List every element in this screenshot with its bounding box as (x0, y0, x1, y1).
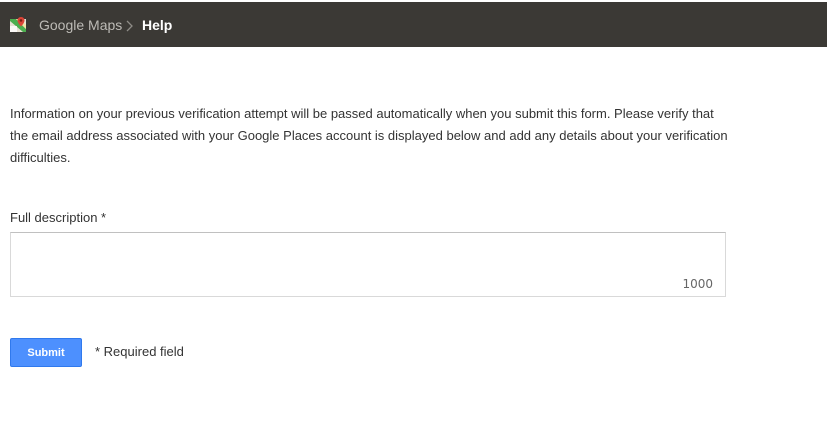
breadcrumb-current-page: Help (142, 17, 173, 33)
character-counter: 1000 (682, 277, 713, 291)
submit-button[interactable]: Submit (10, 338, 82, 367)
intro-text: Information on your previous verificatio… (10, 106, 728, 165)
top-navigation-bar: Google Maps Help (0, 2, 827, 47)
full-description-label: Full description * (10, 210, 107, 225)
required-field-note: * Required field (95, 344, 184, 359)
google-maps-logo-icon[interactable] (10, 17, 26, 33)
breadcrumb-product-link[interactable]: Google Maps (39, 17, 122, 34)
full-description-field: 1000 (10, 232, 726, 297)
full-description-textarea[interactable] (11, 233, 725, 296)
chevron-right-icon (124, 19, 136, 32)
